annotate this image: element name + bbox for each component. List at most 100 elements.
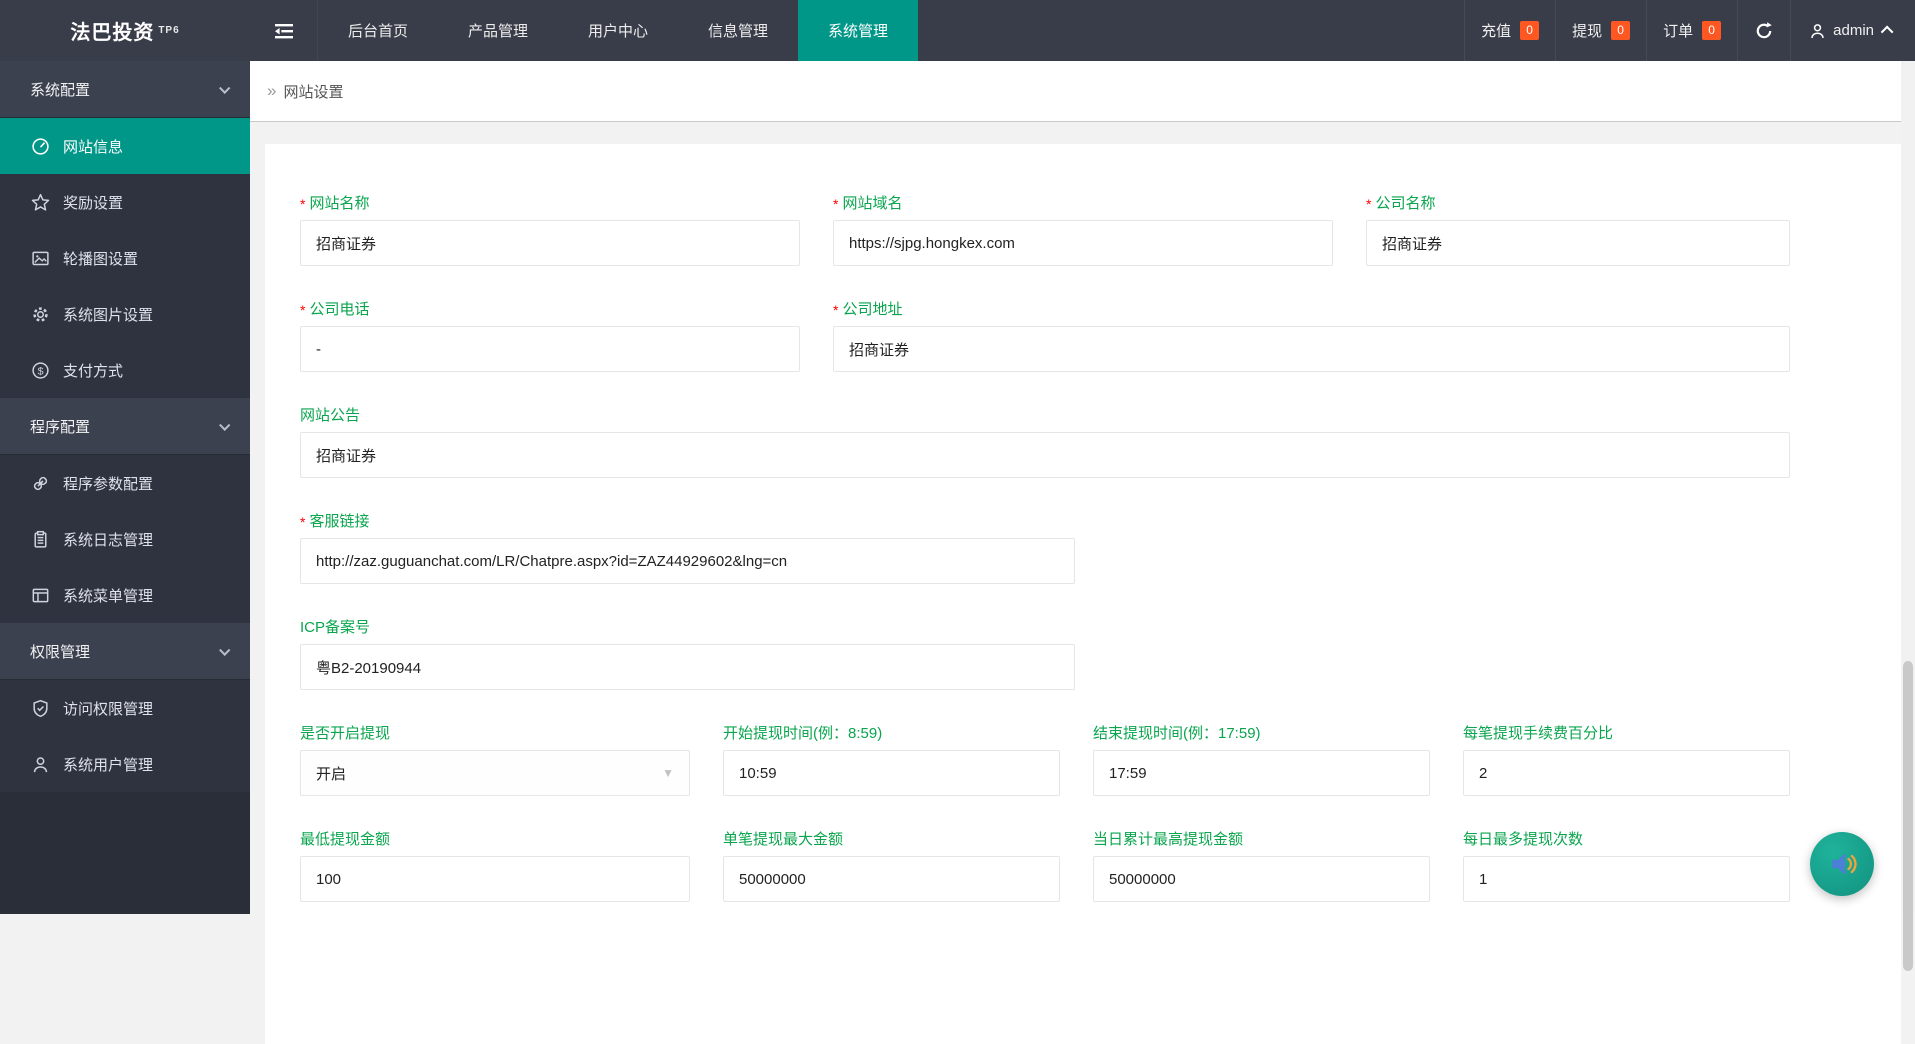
recharge-count-badge: 0: [1520, 21, 1539, 40]
company-phone-label: *公司电话: [300, 300, 800, 320]
field-company-address: *公司地址: [833, 300, 1790, 372]
icp-number-label: ICP备案号: [300, 618, 1075, 638]
svg-text:$: $: [37, 365, 43, 377]
chevron-down-icon: [219, 83, 230, 94]
sidebar-item-access-permissions[interactable]: 访问权限管理: [0, 680, 250, 736]
site-domain-label: *网站域名: [833, 194, 1333, 214]
withdraw-daily-max-amount-label: 当日累计最高提现金额: [1093, 830, 1430, 850]
withdraw-daily-max-count-input[interactable]: [1463, 856, 1790, 902]
sidebar-item-label: 奖励设置: [63, 192, 123, 213]
tab-dashboard[interactable]: 后台首页: [318, 0, 438, 61]
user-icon: [1809, 22, 1826, 40]
shield-check-icon: [30, 698, 50, 718]
withdraw-label: 提现: [1572, 20, 1602, 41]
dollar-icon: $: [30, 360, 50, 380]
image-icon: [30, 248, 50, 268]
user-icon: [30, 754, 50, 774]
scrollbar-thumb[interactable]: [1903, 661, 1913, 971]
tab-user-center[interactable]: 用户中心: [558, 0, 678, 61]
app-logo: 法巴投资 TP6: [0, 0, 250, 61]
withdraw-fee-percent-input[interactable]: [1463, 750, 1790, 796]
withdraw-end-time-input[interactable]: [1093, 750, 1430, 796]
field-withdraw-fee-percent: 每笔提现手续费百分比: [1463, 724, 1790, 796]
top-header: 法巴投资 TP6 后台首页 产品管理 用户中心 信息管理 系统管理 充值 0 提…: [0, 0, 1915, 61]
sidebar-item-program-params[interactable]: 程序参数配置: [0, 455, 250, 511]
sidebar-section-permission-mgmt[interactable]: 权限管理: [0, 623, 250, 680]
service-link-input[interactable]: [300, 538, 1075, 584]
customer-service-float-button[interactable]: [1810, 832, 1874, 896]
sidebar-item-system-images[interactable]: 系统图片设置: [0, 286, 250, 342]
company-address-input[interactable]: [833, 326, 1790, 372]
sidebar-section-program-config[interactable]: 程序配置: [0, 398, 250, 455]
sidebar-item-label: 程序参数配置: [63, 473, 153, 494]
order-label: 订单: [1663, 20, 1693, 41]
withdraw-enabled-label: 是否开启提现: [300, 724, 690, 744]
required-asterisk: *: [1366, 196, 1371, 212]
site-notice-input[interactable]: [300, 432, 1790, 478]
tab-system[interactable]: 系统管理: [798, 0, 918, 61]
site-notice-label: 网站公告: [300, 406, 1790, 426]
sidebar-item-carousel-settings[interactable]: 轮播图设置: [0, 230, 250, 286]
selected-option: 开启: [316, 763, 662, 784]
withdraw-start-time-input[interactable]: [723, 750, 1060, 796]
recharge-stat[interactable]: 充值 0: [1464, 0, 1555, 61]
section-label: 系统配置: [30, 79, 90, 100]
company-phone-input[interactable]: [300, 326, 800, 372]
section-label: 权限管理: [30, 641, 90, 662]
withdraw-max-single-label: 单笔提现最大金额: [723, 830, 1060, 850]
field-withdraw-max-single: 单笔提现最大金额: [723, 830, 1060, 902]
username: admin: [1833, 22, 1874, 39]
sidebar-item-site-info[interactable]: 网站信息: [0, 118, 250, 174]
vertical-scrollbar: [1901, 61, 1915, 914]
app-logo-text: 法巴投资: [70, 16, 154, 45]
recharge-label: 充值: [1481, 20, 1511, 41]
sidebar-item-system-menus[interactable]: 系统菜单管理: [0, 567, 250, 623]
app-logo-badge: TP6: [158, 25, 179, 36]
withdraw-max-single-input[interactable]: [723, 856, 1060, 902]
main-content: *网站名称 *网站域名 *公司名称 *公司电话 *公司地址: [250, 122, 1915, 914]
company-name-input[interactable]: [1366, 220, 1790, 266]
sidebar-empty-area: [0, 792, 250, 914]
refresh-button[interactable]: [1737, 0, 1790, 61]
gauge-icon: [30, 136, 50, 156]
withdraw-end-time-label: 结束提现时间(例：17:59): [1093, 724, 1430, 744]
field-withdraw-start-time: 开始提现时间(例：8:59): [723, 724, 1060, 796]
refresh-icon: [1754, 21, 1774, 41]
sidebar-item-system-users[interactable]: 系统用户管理: [0, 736, 250, 792]
field-company-name: *公司名称: [1366, 194, 1790, 266]
sidebar-item-system-logs[interactable]: 系统日志管理: [0, 511, 250, 567]
chevron-down-icon: [219, 645, 230, 656]
withdraw-daily-max-amount-input[interactable]: [1093, 856, 1430, 902]
sidebar-item-label: 支付方式: [63, 360, 123, 381]
site-domain-input[interactable]: [833, 220, 1333, 266]
withdraw-min-amount-input[interactable]: [300, 856, 690, 902]
tab-information[interactable]: 信息管理: [678, 0, 798, 61]
sidebar-item-reward-settings[interactable]: 奖励设置: [0, 174, 250, 230]
page-title: 网站设置: [283, 81, 343, 102]
field-site-notice: 网站公告: [300, 406, 1790, 478]
required-asterisk: *: [300, 196, 305, 212]
sidebar-section-system-config[interactable]: 系统配置: [0, 61, 250, 118]
site-name-input[interactable]: [300, 220, 800, 266]
star-icon: [30, 192, 50, 212]
sidebar-item-payment-methods[interactable]: $ 支付方式: [0, 342, 250, 398]
required-asterisk: *: [300, 302, 305, 318]
withdraw-start-time-label: 开始提现时间(例：8:59): [723, 724, 1060, 744]
gear-icon: [30, 304, 50, 324]
breadcrumb: » 网站设置: [250, 61, 1915, 122]
hamburger-icon: [273, 22, 295, 40]
sidebar-collapse-button[interactable]: [250, 0, 318, 61]
chevron-down-icon: ▼: [662, 766, 674, 780]
withdraw-daily-max-count-label: 每日最多提现次数: [1463, 830, 1790, 850]
service-link-label: *客服链接: [300, 512, 1075, 532]
icp-number-input[interactable]: [300, 644, 1075, 690]
field-withdraw-daily-max-amount: 当日累计最高提现金额: [1093, 830, 1430, 902]
topbar-right-group: 充值 0 提现 0 订单 0 a: [1464, 0, 1915, 61]
sidebar-item-label: 系统图片设置: [63, 304, 153, 325]
user-menu[interactable]: admin: [1790, 0, 1915, 61]
chevron-up-icon: [1881, 26, 1894, 39]
withdraw-stat[interactable]: 提现 0: [1555, 0, 1646, 61]
order-stat[interactable]: 订单 0: [1646, 0, 1737, 61]
withdraw-enabled-select[interactable]: 开启 ▼: [300, 750, 690, 796]
tab-products[interactable]: 产品管理: [438, 0, 558, 61]
